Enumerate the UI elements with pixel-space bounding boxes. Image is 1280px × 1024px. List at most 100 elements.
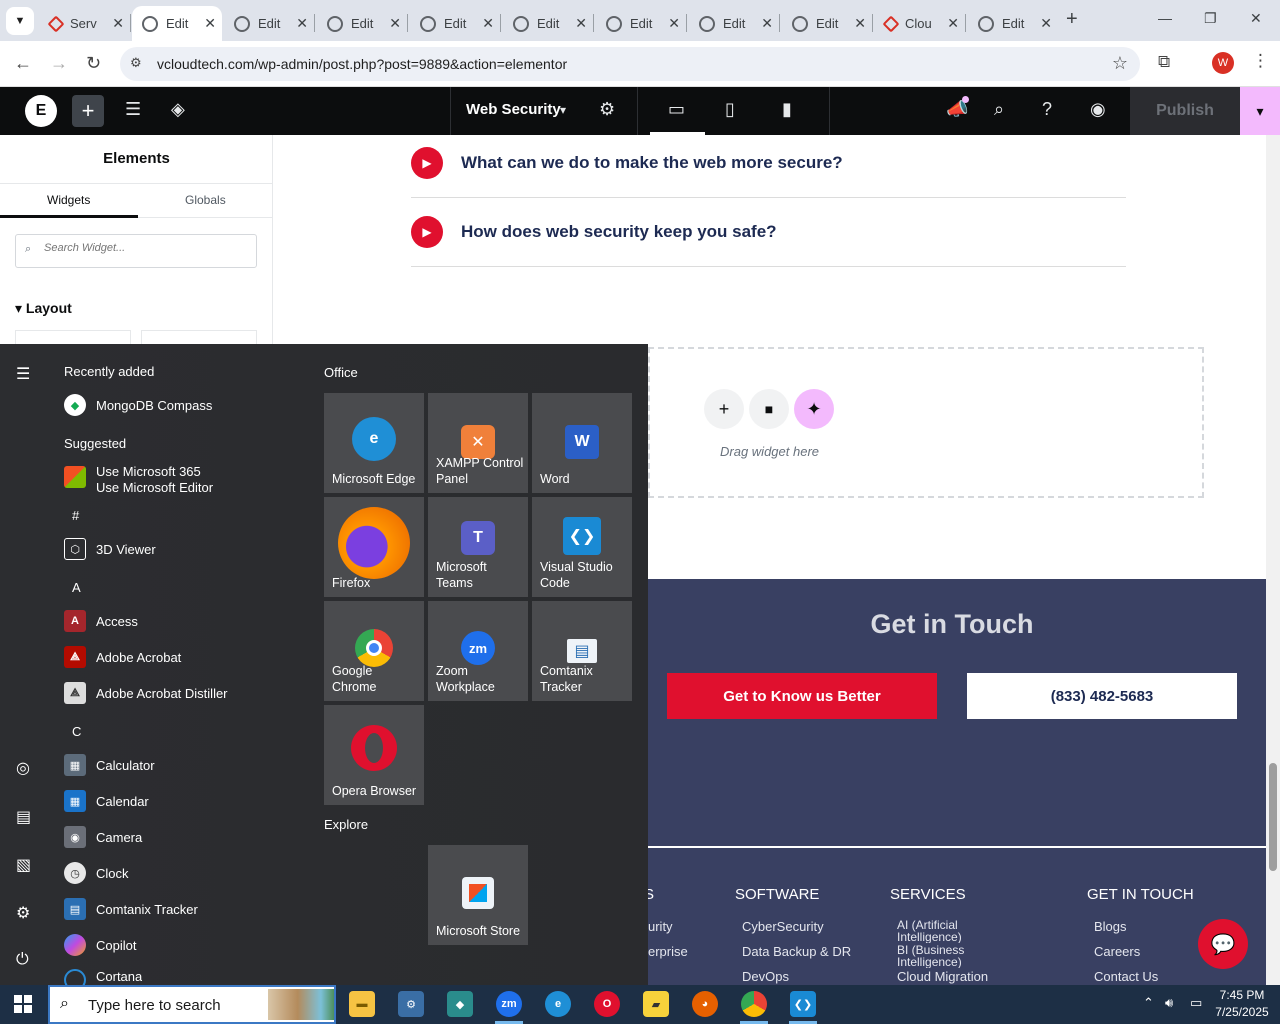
app-calendar[interactable]: ▦ Calendar — [64, 789, 149, 813]
power-icon[interactable]: ⏻ — [16, 951, 29, 969]
edge-taskbar-icon[interactable]: e — [545, 991, 571, 1017]
letter-header[interactable]: # — [72, 508, 79, 523]
app-clock[interactable]: ◷ Clock — [64, 861, 129, 885]
app-calculator[interactable]: ▦ Calculator — [64, 753, 155, 777]
page-settings-gear-icon[interactable]: ⚙ — [599, 99, 615, 120]
canvas-scrollbar[interactable] — [1266, 135, 1280, 985]
volume-icon[interactable]: 🔊︎ — [1165, 995, 1173, 1011]
tile-zoom-workplace[interactable]: zm Zoom Workplace — [428, 601, 528, 701]
browser-tab[interactable]: Edit ✕ — [503, 6, 594, 41]
browser-tab[interactable]: Edit ✕ — [968, 6, 1058, 41]
letter-header[interactable]: A — [72, 580, 81, 595]
ai-sparkle-icon[interactable]: ✦ — [794, 389, 834, 429]
firefox-taskbar-icon[interactable]: ◕ — [692, 991, 718, 1017]
browser-tab[interactable]: Serv ✕ — [40, 6, 131, 41]
reload-icon[interactable]: ↻ — [86, 53, 101, 74]
elementor-logo-icon[interactable]: E — [25, 95, 57, 127]
app-cortana[interactable]: Cortana — [64, 969, 142, 985]
search-icon[interactable]: ⌕ — [994, 99, 1004, 120]
browser-tab[interactable]: Edit ✕ — [224, 6, 315, 41]
tile-firefox[interactable]: Firefox — [324, 497, 424, 597]
app-adobe-acrobat-distiller[interactable]: ⟁ Adobe Acrobat Distiller — [64, 681, 228, 705]
documents-icon[interactable]: ▤ — [16, 807, 31, 827]
tile-opera[interactable]: Opera Browser — [324, 705, 424, 805]
tab-widgets[interactable]: Widgets — [47, 193, 90, 207]
opera-taskbar-icon[interactable]: O — [594, 991, 620, 1017]
phone-button[interactable]: (833) 482-5683 — [967, 673, 1237, 719]
browser-tab[interactable]: Edit ✕ — [317, 6, 408, 41]
file-explorer-icon[interactable]: ▬ — [349, 991, 375, 1017]
suggested-microsoft-365[interactable]: Use Microsoft 365 Use Microsoft Editor — [64, 464, 213, 500]
extensions-icon[interactable]: ⧉ — [1158, 52, 1170, 72]
back-icon[interactable]: ← — [14, 53, 32, 74]
tile-word[interactable]: W Word — [532, 393, 632, 493]
close-tab-icon[interactable]: ✕ — [1040, 15, 1052, 32]
chrome-menu-icon[interactable]: ⋮ — [1252, 51, 1269, 71]
pictures-icon[interactable]: ▧ — [16, 855, 31, 875]
tab-globals[interactable]: Globals — [185, 193, 226, 207]
tile-vscode[interactable]: ❮❯ Visual Studio Code — [532, 497, 632, 597]
site-info-icon[interactable]: ⚙ — [130, 55, 142, 71]
tab-search-button[interactable]: ▼ — [6, 7, 34, 35]
app-adobe-acrobat[interactable]: ⟁ Adobe Acrobat — [64, 645, 181, 669]
app-mongodb-compass[interactable]: ◆ MongoDB Compass — [64, 393, 212, 417]
new-tab-button[interactable]: + — [1066, 8, 1078, 31]
document-name[interactable]: Web Security — [466, 101, 561, 118]
app-access[interactable]: A Access — [64, 609, 138, 633]
minimize-button[interactable]: — — [1158, 10, 1172, 26]
widget-search-input[interactable] — [44, 242, 244, 254]
settings-gear-icon[interactable]: ⚙ — [16, 903, 30, 923]
tablet-device-icon[interactable]: ▯ — [725, 99, 735, 120]
close-tab-icon[interactable]: ✕ — [761, 15, 773, 32]
app-camera[interactable]: ◉ Camera — [64, 825, 142, 849]
help-icon[interactable]: ? — [1042, 99, 1052, 120]
browser-tab[interactable]: Edit ✕ — [596, 6, 687, 41]
browser-tab[interactable]: Edit ✕ — [689, 6, 780, 41]
chevron-down-icon[interactable]: ▾ — [560, 103, 566, 117]
add-element-button[interactable]: + — [72, 95, 104, 127]
profile-avatar[interactable]: W — [1212, 52, 1234, 74]
system-clock[interactable]: 7:45 PM 7/25/2025 — [1212, 987, 1272, 1021]
close-tab-icon[interactable]: ✕ — [389, 15, 401, 32]
control-panel-icon[interactable]: ⚙ — [398, 991, 424, 1017]
close-tab-icon[interactable]: ✕ — [296, 15, 308, 32]
close-tab-icon[interactable]: ✕ — [575, 15, 587, 32]
vscode-taskbar-icon[interactable]: ❮❯ — [790, 991, 816, 1017]
close-tab-icon[interactable]: ✕ — [112, 15, 124, 32]
browser-tab[interactable]: Clou ✕ — [875, 6, 966, 41]
close-tab-icon[interactable]: ✕ — [854, 15, 866, 32]
publish-button[interactable]: Publish — [1130, 87, 1240, 135]
browser-tab[interactable]: Edit ✕ — [782, 6, 873, 41]
tile-microsoft-teams[interactable]: T Microsoft Teams — [428, 497, 528, 597]
tile-microsoft-store[interactable]: Microsoft Store — [428, 845, 528, 945]
template-library-folder-icon[interactable]: ■ — [749, 389, 789, 429]
hamburger-menu-icon[interactable]: ☰ — [16, 364, 30, 384]
bookmark-star-icon[interactable]: ☆ — [1112, 53, 1128, 74]
close-window-button[interactable]: ✕ — [1250, 10, 1262, 27]
address-bar[interactable]: ⚙ vcloudtech.com/wp-admin/post.php?post=… — [120, 47, 1140, 81]
tile-microsoft-edge[interactable]: e Microsoft Edge — [324, 393, 424, 493]
close-tab-icon[interactable]: ✕ — [947, 15, 959, 32]
forward-icon[interactable]: → — [50, 53, 68, 74]
publish-options-chevron-icon[interactable]: ▾ — [1240, 87, 1280, 135]
tile-xampp[interactable]: ✕ XAMPP Control Panel — [428, 393, 528, 493]
layout-section-header[interactable]: ▾ Layout — [15, 300, 72, 317]
tile-google-chrome[interactable]: Google Chrome — [324, 601, 424, 701]
taskbar-search-box[interactable]: ⌕ Type here to search — [48, 985, 336, 1024]
close-tab-icon[interactable]: ✕ — [482, 15, 494, 32]
sticky-notes-icon[interactable]: ▰ — [643, 991, 669, 1017]
close-tab-icon[interactable]: ✕ — [204, 15, 216, 32]
faq-item[interactable]: ▶ How does web security keep you safe? — [411, 198, 1126, 267]
preview-eye-icon[interactable]: ◉ — [1090, 99, 1106, 120]
site-settings-icon[interactable]: ☰ — [125, 99, 141, 120]
widget-search[interactable]: ⌕ — [15, 234, 257, 268]
tile-comtanix-tracker[interactable]: ▤ Comtanix Tracker — [532, 601, 632, 701]
close-tab-icon[interactable]: ✕ — [668, 15, 680, 32]
chat-widget-icon[interactable]: 💬 — [1198, 919, 1248, 969]
windows-start-button[interactable] — [14, 995, 32, 1013]
zoom-taskbar-icon[interactable]: zm — [496, 991, 522, 1017]
show-hidden-icons-chevron-icon[interactable]: ⌃ — [1143, 995, 1154, 1011]
get-to-know-us-button[interactable]: Get to Know us Better — [667, 673, 937, 719]
desktop-device-icon[interactable]: ▭ — [668, 99, 685, 120]
user-account-icon[interactable]: ◎ — [16, 758, 30, 778]
